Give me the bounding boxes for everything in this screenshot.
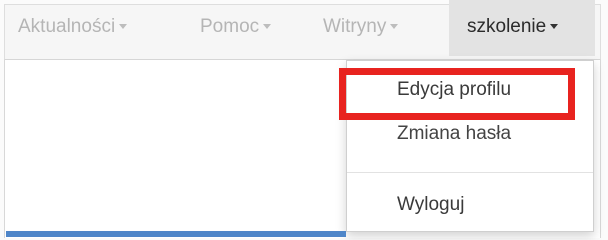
- nav-item-label: Witryny: [323, 16, 387, 37]
- user-dropdown-menu: Edycja profilu Zmiana hasła Wyloguj: [346, 60, 594, 232]
- caret-down-icon: [119, 24, 128, 30]
- menu-item-edit-profile[interactable]: Edycja profilu: [347, 79, 593, 101]
- nav-item-label: Aktualności: [18, 16, 116, 37]
- caret-down-icon: [550, 24, 559, 30]
- accent-bar: [6, 231, 346, 237]
- menu-item-logout[interactable]: Wyloguj: [347, 194, 593, 216]
- nav-item-witryny[interactable]: Witryny: [323, 0, 399, 56]
- nav-item-label: szkolenie: [467, 16, 547, 37]
- nav-item-label: Pomoc: [200, 16, 260, 37]
- caret-down-icon: [390, 24, 399, 30]
- nav-item-user-menu[interactable]: szkolenie: [449, 0, 595, 56]
- nav-item-pomoc[interactable]: Pomoc: [200, 0, 272, 56]
- caret-down-icon: [263, 24, 272, 30]
- menu-item-change-password[interactable]: Zmiana hasła: [347, 123, 593, 145]
- nav-item-aktualnosci[interactable]: Aktualności: [18, 0, 128, 56]
- menu-divider: [347, 172, 593, 173]
